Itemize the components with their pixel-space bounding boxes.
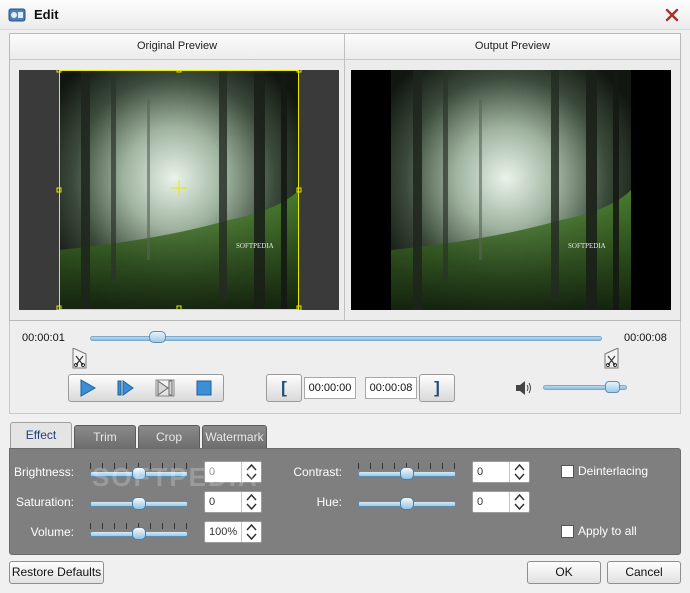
last-frame-icon[interactable]: [155, 379, 175, 397]
stop-icon[interactable]: [194, 379, 214, 397]
tab-watermark[interactable]: Watermark: [202, 425, 267, 448]
play-icon[interactable]: [77, 379, 97, 397]
saturation-down-icon[interactable]: [242, 502, 261, 512]
volume-thumb[interactable]: [605, 381, 621, 393]
ok-button[interactable]: OK: [527, 561, 601, 584]
timeline-playhead[interactable]: [149, 331, 167, 343]
deinterlacing-checkbox[interactable]: [561, 465, 574, 478]
output-video-frame: [351, 70, 671, 310]
saturation-up-icon[interactable]: [242, 492, 261, 502]
end-time-label: 00:00:08: [624, 332, 667, 344]
timeline-track[interactable]: [90, 336, 602, 341]
current-time-label: 00:00:01: [22, 332, 65, 344]
tab-effect[interactable]: Effect: [10, 422, 72, 448]
original-video-watermark: SOFTPEDIA: [236, 242, 274, 250]
set-end-button[interactable]: ]: [419, 374, 455, 402]
original-preview-label: Original Preview: [136, 40, 218, 52]
restore-defaults-button[interactable]: Restore Defaults: [9, 561, 104, 584]
volume-label: Volume:: [30, 525, 74, 539]
tab-trim[interactable]: Trim: [74, 425, 136, 448]
apply-to-all-label: Apply to all: [578, 524, 637, 538]
apply-to-all-checkbox[interactable]: [561, 525, 574, 538]
contrast-up-icon[interactable]: [510, 462, 529, 472]
hue-slider[interactable]: [358, 493, 456, 515]
set-start-button[interactable]: [: [266, 374, 302, 402]
volume-down-icon[interactable]: [242, 532, 261, 542]
start-time-field[interactable]: 00:00:00: [304, 377, 356, 399]
playback-button-group: [68, 374, 224, 402]
brightness-input[interactable]: [207, 464, 241, 480]
saturation-label: Saturation:: [15, 495, 74, 509]
contrast-slider[interactable]: [358, 463, 456, 485]
preview-area: Original Preview Output Preview SOFTPEDI…: [9, 33, 681, 321]
preview-divider: [344, 34, 345, 320]
output-preview-header: Output Preview: [345, 34, 680, 60]
contrast-label: Contrast:: [293, 465, 342, 479]
trim-start-marker-icon[interactable]: [72, 348, 88, 370]
end-time-field[interactable]: 00:00:08: [365, 377, 417, 399]
output-video: SOFTPEDIA: [351, 70, 671, 310]
effect-panel: Brightness: Saturation: Volume: Contrast…: [9, 448, 681, 555]
tab-crop[interactable]: Crop: [138, 425, 200, 448]
brightness-label: Brightness:: [14, 465, 75, 479]
next-frame-icon[interactable]: [116, 379, 136, 397]
volume-effect-slider[interactable]: [90, 523, 188, 545]
hue-label: Hue:: [316, 495, 342, 509]
original-preview-header: Original Preview: [10, 34, 344, 60]
volume-up-icon[interactable]: [242, 522, 261, 532]
original-video-frame: [19, 70, 339, 310]
contrast-spinner[interactable]: [472, 461, 530, 483]
playback-controls-panel: 00:00:01 00:00:08 [ 00:00:00 00:00:08]: [9, 321, 681, 414]
hue-up-icon[interactable]: [510, 492, 529, 502]
hue-spinner[interactable]: [472, 491, 530, 513]
close-icon[interactable]: [664, 7, 680, 23]
window-title: Edit: [34, 7, 59, 22]
saturation-input[interactable]: [207, 494, 241, 510]
brightness-slider[interactable]: [90, 463, 188, 485]
contrast-input[interactable]: [475, 464, 509, 480]
original-video[interactable]: SOFTPEDIA: [19, 70, 339, 310]
brightness-up-icon[interactable]: [242, 462, 261, 472]
speaker-icon[interactable]: [515, 380, 533, 396]
volume-spinner[interactable]: [204, 521, 262, 543]
output-preview-label: Output Preview: [474, 40, 551, 52]
saturation-slider[interactable]: [90, 493, 188, 515]
hue-input[interactable]: [475, 494, 509, 510]
brightness-down-icon[interactable]: [242, 472, 261, 482]
volume-input[interactable]: [207, 524, 241, 540]
hue-down-icon[interactable]: [510, 502, 529, 512]
trim-end-marker-icon[interactable]: [603, 348, 619, 370]
app-logo-icon: [8, 8, 26, 22]
cancel-button[interactable]: Cancel: [607, 561, 681, 584]
saturation-spinner[interactable]: [204, 491, 262, 513]
deinterlacing-label: Deinterlacing: [578, 464, 649, 478]
title-bar: Edit: [0, 0, 690, 30]
brightness-spinner[interactable]: [204, 461, 262, 483]
output-video-watermark: SOFTPEDIA: [568, 242, 606, 250]
contrast-down-icon[interactable]: [510, 472, 529, 482]
